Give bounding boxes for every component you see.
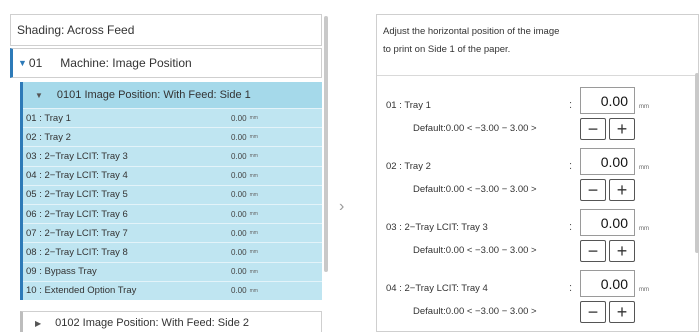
increment-button[interactable]: + [609,301,635,323]
detail-panel: Adjust the horizontal position of the im… [376,14,699,332]
menu-item-label: Machine: Image Position [60,56,192,70]
unit-label: mm [639,226,649,232]
group-header-side2[interactable]: ▶ 0102 Image Position: With Feed: Side 2 [20,311,322,332]
unit-label: mm [249,249,258,256]
increment-button[interactable]: + [609,240,635,262]
increment-button[interactable]: + [609,179,635,201]
tray-label: 08 : 2−Tray LCIT: Tray 8 [26,246,128,258]
description-line: Adjust the horizontal position of the im… [383,26,560,37]
unit-label: mm [249,211,258,218]
unit-label: mm [249,115,258,122]
value-field[interactable]: 0.00 [580,270,635,297]
chevron-right-icon: › [339,198,345,215]
setting-name: 01 : Tray 1 [386,100,431,111]
menu-item-label: Shading: Across Feed [17,23,135,37]
tray-label: 10 : Extended Option Tray [26,285,137,297]
unit-label: mm [249,230,258,237]
tray-label: 01 : Tray 1 [26,112,71,124]
tray-label: 06 : 2−Tray LCIT: Tray 6 [26,208,128,220]
settings-tree-panel: Shading: Across Feed ▼ 01 Machine: Image… [10,14,322,332]
right-scrollbar[interactable] [695,73,699,253]
list-item[interactable]: 07 : 2−Tray LCIT: Tray 7 0.00 mm [23,223,322,242]
tray-value: 0.00 [231,228,247,238]
tray-value: 0.00 [231,171,247,181]
unit-label: mm [249,191,258,198]
left-scrollbar[interactable] [324,16,328,272]
tray-label: 05 : 2−Tray LCIT: Tray 5 [26,189,128,201]
unit-label: mm [639,287,649,293]
setting-name: 03 : 2−Tray LCIT: Tray 3 [386,222,488,233]
setting-name: 04 : 2−Tray LCIT: Tray 4 [386,283,488,294]
description-line: to print on Side 1 of the paper. [383,44,511,55]
list-item[interactable]: 05 : 2−Tray LCIT: Tray 5 0.00 mm [23,184,322,204]
unit-label: mm [249,268,258,275]
tray-label: 09 : Bypass Tray [26,266,97,278]
value-field[interactable]: 0.00 [580,87,635,114]
decrement-button[interactable]: − [580,301,606,323]
unit-label: mm [639,165,649,171]
tray-value: 0.00 [231,132,247,142]
increment-button[interactable]: + [609,118,635,140]
list-item[interactable]: 01 : Tray 1 0.00 mm [23,108,322,127]
description: Adjust the horizontal position of the im… [383,23,559,59]
group-title: 0101 Image Position: With Feed: Side 1 [56,89,251,101]
group-image-position-side1: ▼ 0101 Image Position: With Feed: Side 1… [20,82,322,300]
list-item[interactable]: 08 : 2−Tray LCIT: Tray 8 0.00 mm [23,242,322,261]
menu-item-number: 01 [28,56,43,70]
tray-label: 02 : Tray 2 [26,131,71,143]
tray-value: 0.00 [231,267,247,277]
setting-entry: 04 : 2−Tray LCIT: Tray 4 Default:0.00 < … [377,268,699,328]
tray-value: 0.00 [231,209,247,219]
collapse-triangle-icon: ▶ [35,318,42,328]
tray-list: 01 : Tray 1 0.00 mm 02 : Tray 2 0.00 mm 03 :… [23,108,322,300]
separator: : [569,221,573,233]
separator: : [569,99,573,111]
tray-label: 04 : 2−Tray LCIT: Tray 4 [26,170,128,182]
group-header-side1[interactable]: ▼ 0101 Image Position: With Feed: Side 1 [23,82,322,108]
unit-label: mm [249,287,258,294]
group-title: 0102 Image Position: With Feed: Side 2 [55,317,249,329]
value-field[interactable]: 0.00 [580,148,635,175]
list-item[interactable]: 03 : 2−Tray LCIT: Tray 3 0.00 mm [23,146,322,165]
setting-entry: 03 : 2−Tray LCIT: Tray 3 Default:0.00 < … [377,207,699,267]
tray-value: 0.00 [231,247,247,257]
default-range: Default:0.00 < −3.00 − 3.00 > [413,123,537,134]
default-range: Default:0.00 < −3.00 − 3.00 > [413,184,537,195]
list-item[interactable]: 06 : 2−Tray LCIT: Tray 6 0.00 mm [23,203,322,223]
setting-name: 02 : Tray 2 [386,161,431,172]
menu-item-shading-across-feed[interactable]: Shading: Across Feed [10,14,322,46]
setting-entry: 02 : Tray 2 Default:0.00 < −3.00 − 3.00 … [377,146,699,206]
decrement-button[interactable]: − [580,179,606,201]
expand-triangle-icon: ▼ [18,58,27,68]
separator: : [569,282,573,294]
unit-label: mm [249,153,258,160]
unit-label: mm [249,172,258,179]
tray-label: 03 : 2−Tray LCIT: Tray 3 [26,150,128,162]
unit-label: mm [249,134,258,141]
setting-entry: 01 : Tray 1 Default:0.00 < −3.00 − 3.00 … [377,85,699,145]
tray-value: 0.00 [231,190,247,200]
list-item[interactable]: 02 : Tray 2 0.00 mm [23,127,322,146]
list-item[interactable]: 09 : Bypass Tray 0.00 mm [23,261,322,281]
value-field[interactable]: 0.00 [580,209,635,236]
list-item[interactable]: 10 : Extended Option Tray 0.00 mm [23,280,322,300]
tray-label: 07 : 2−Tray LCIT: Tray 7 [26,227,128,239]
expand-triangle-icon: ▼ [35,90,43,100]
divider [377,75,699,76]
unit-label: mm [639,104,649,110]
tray-value: 0.00 [231,286,247,296]
default-range: Default:0.00 < −3.00 − 3.00 > [413,245,537,256]
default-range: Default:0.00 < −3.00 − 3.00 > [413,306,537,317]
decrement-button[interactable]: − [580,118,606,140]
tray-value: 0.00 [231,113,247,123]
menu-item-machine-image-position[interactable]: ▼ 01 Machine: Image Position [10,48,322,78]
decrement-button[interactable]: − [580,240,606,262]
tray-value: 0.00 [231,151,247,161]
list-item[interactable]: 04 : 2−Tray LCIT: Tray 4 0.00 mm [23,165,322,185]
separator: : [569,160,573,172]
